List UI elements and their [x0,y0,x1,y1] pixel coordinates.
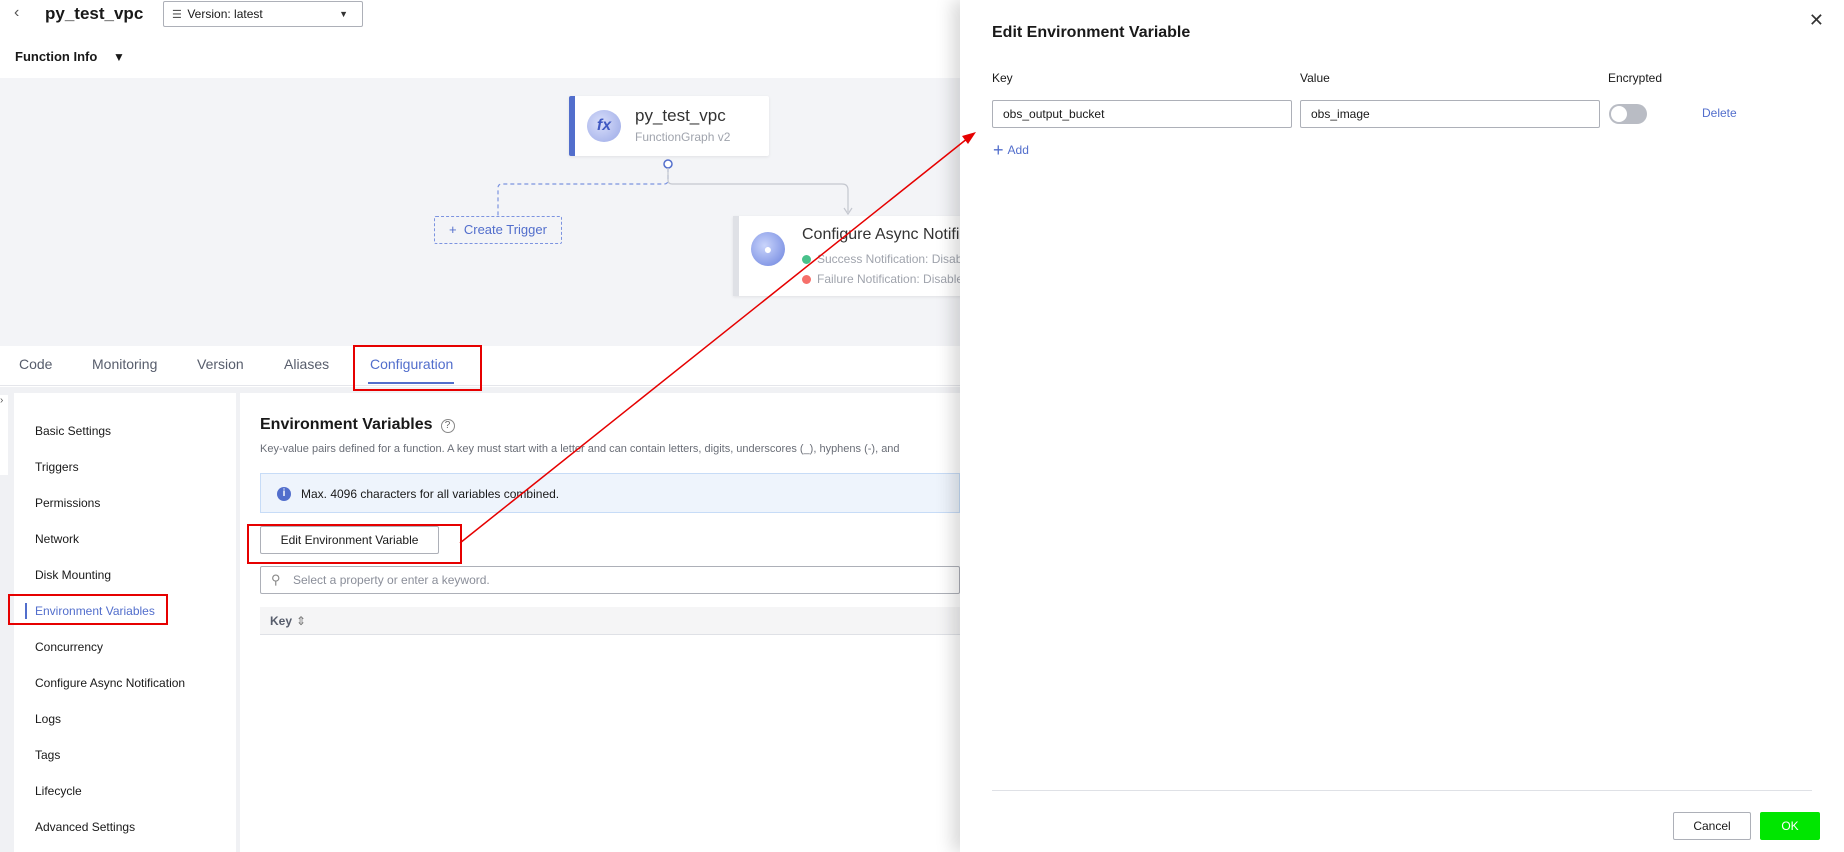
success-dot-icon [802,255,811,264]
help-icon[interactable]: ? [440,419,455,433]
column-key-header[interactable]: Key ⇕ [270,614,306,628]
function-title: py_test_vpc [45,4,144,23]
value-field[interactable] [1300,100,1600,128]
create-trigger-button[interactable]: + Create Trigger [434,216,562,244]
sidebar-item-permissions[interactable]: Permissions [35,496,100,510]
annotation-box-edit-button [247,524,462,564]
sidebar-item-disk-mounting[interactable]: Disk Mounting [35,568,111,582]
edit-env-drawer: Edit Environment Variable ✕ Key Value En… [960,0,1844,852]
tab-aliases[interactable]: Aliases [284,356,329,372]
sidebar-item-concurrency[interactable]: Concurrency [35,640,103,654]
tab-monitoring[interactable]: Monitoring [92,356,157,372]
annotation-box-configuration [353,345,482,391]
success-status: Success Notification: Disabled [802,252,960,266]
function-info-toggle[interactable]: Function Info ▼ [15,49,125,64]
sidebar-item-advanced-settings[interactable]: Advanced Settings [35,820,135,834]
sidebar-item-async-notification[interactable]: Configure Async Notification [35,676,185,690]
env-description: Key-value pairs defined for a function. … [260,443,900,455]
sidebar-item-network[interactable]: Network [35,532,79,546]
page-header: ‹ py_test_vpc ☰ Version: latest ▼ [0,0,960,30]
sidebar-item-basic-settings[interactable]: Basic Settings [35,424,111,438]
triangle-down-icon: ▼ [112,50,125,64]
sort-icon[interactable]: ⇕ [296,614,306,628]
failure-status-text: Failure Notification: Disabled [817,272,960,286]
version-select-value: Version: latest [187,7,263,21]
create-trigger-label: Create Trigger [463,222,547,237]
tab-code[interactable]: Code [19,356,52,372]
search-box: ⚲ [260,566,960,594]
env-title-text: Environment Variables [260,416,433,433]
footer-divider [992,790,1812,791]
sidebar-item-logs[interactable]: Logs [35,712,61,726]
key-column-label: Key [992,71,1013,85]
chevron-left-icon[interactable]: ‹ [14,3,28,23]
flow-connectors [497,159,853,216]
value-column-label: Value [1300,71,1330,85]
annotation-box-env-variables [8,594,168,625]
add-variable-label: Add [1007,143,1029,157]
search-input[interactable] [293,571,933,589]
notification-icon: ● [751,232,785,266]
function-node[interactable]: fx py_test_vpc FunctionGraph v2 [569,96,769,156]
delete-row-link[interactable]: Delete [1702,106,1737,120]
caret-down-icon: ▼ [339,9,348,19]
function-node-name: py_test_vpc [635,106,726,125]
sidebar-item-lifecycle[interactable]: Lifecycle [35,784,82,798]
plus-icon: + [449,222,457,237]
table-header: Key ⇕ [260,607,960,635]
add-variable-link[interactable]: + Add [993,140,1029,161]
fx-icon: fx [587,110,621,142]
toggle-knob [1611,106,1627,122]
close-icon[interactable]: ✕ [1809,10,1824,31]
drawer-title: Edit Environment Variable [992,24,1191,41]
sidebar-item-tags[interactable]: Tags [35,748,60,762]
version-select[interactable]: ☰ Version: latest ▼ [163,1,363,27]
environment-variables-panel: Environment Variables? Key-value pairs d… [240,393,960,852]
function-flow-canvas: fx py_test_vpc FunctionGraph v2 + Create… [0,78,960,346]
cancel-button[interactable]: Cancel [1673,812,1751,840]
search-icon: ⚲ [271,572,281,587]
encrypted-toggle[interactable] [1609,104,1647,124]
failure-dot-icon [802,275,811,284]
async-node-name: Configure Async Notification [802,226,960,243]
encrypted-column-label: Encrypted [1608,71,1663,85]
ok-button[interactable]: OK [1760,812,1820,840]
plus-icon: + [993,140,1004,160]
info-alert-text: Max. 4096 characters for all variables c… [301,487,560,501]
function-info-label: Function Info [15,49,98,64]
info-alert: i Max. 4096 characters for all variables… [260,473,960,513]
collapse-sidebar-icon[interactable]: › [0,395,8,475]
sidebar-item-triggers[interactable]: Triggers [35,460,79,474]
info-icon: i [277,487,291,501]
function-node-runtime: FunctionGraph v2 [635,130,731,144]
success-status-text: Success Notification: Disabled [817,252,960,266]
key-field[interactable] [992,100,1292,128]
tab-version[interactable]: Version [197,356,244,372]
env-title: Environment Variables? [260,416,455,434]
column-key-label: Key [270,614,293,628]
layers-icon: ☰ [172,9,182,21]
async-notification-node[interactable]: ● Configure Async Notification Success N… [733,216,960,296]
failure-status: Failure Notification: Disabled [802,272,960,286]
